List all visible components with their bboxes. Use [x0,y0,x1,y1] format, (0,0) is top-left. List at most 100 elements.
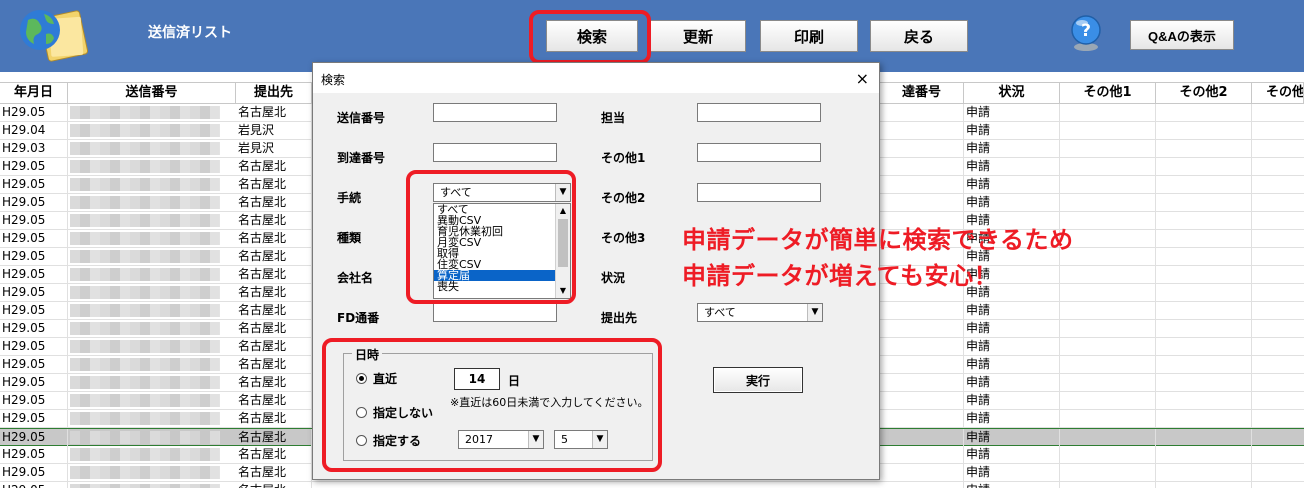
cell-other1 [1060,212,1156,229]
cell-send-no-masked [70,106,220,119]
header-destination[interactable]: 提出先 [236,83,312,103]
cell-date: H29.05 [0,446,68,463]
arrival-no-input[interactable] [433,143,557,162]
destination-select[interactable]: すべて ▼ [697,303,823,322]
cell-arrival-no [880,338,964,355]
header-send-no[interactable]: 送信番号 [68,83,236,103]
cell-arrival-no [880,429,964,446]
help-question-icon[interactable]: ? [1068,14,1104,52]
table-row[interactable]: H29.05 名古屋北 申請 [0,482,1304,488]
header-status[interactable]: 状況 [964,83,1060,103]
radio-recent-dot[interactable] [356,373,367,384]
cell-send-no-masked [70,394,220,407]
header-arrival-no[interactable]: 達番号 [880,83,964,103]
qa-display-button[interactable]: Q&Aの表示 [1130,20,1234,50]
cell-arrival-no [880,392,964,409]
cell-send-no-masked [70,358,220,371]
cell-destination: 岩見沢 [236,140,312,157]
cell-status: 申請 [964,482,1060,488]
cell-arrival-no [880,104,964,121]
cell-destination: 名古屋北 [236,410,312,427]
cell-other2 [1156,140,1252,157]
execute-button[interactable]: 実行 [713,367,803,393]
cell-destination: 名古屋北 [236,302,312,319]
cell-other1 [1060,230,1156,247]
cell-status: 申請 [964,338,1060,355]
cell-other1 [1060,284,1156,301]
cell-other1 [1060,410,1156,427]
procedure-option[interactable]: 喪失 [434,281,570,292]
radio-specify-dot[interactable] [356,435,367,446]
cell-other1 [1060,482,1156,488]
cell-status: 申請 [964,122,1060,139]
radio-recent[interactable]: 直近 [356,370,397,387]
other2-input[interactable] [697,183,821,202]
app-title: 送信済リスト [148,25,232,41]
cell-date: H29.05 [0,266,68,283]
radio-none[interactable]: 指定しない [356,404,433,421]
recent-days-input[interactable]: 14 [454,368,500,390]
refresh-button[interactable]: 更新 [650,20,746,52]
cell-date: H29.05 [0,194,68,211]
label-destination: 提出先 [601,311,638,325]
cell-other2 [1156,158,1252,175]
year-select-value: 2017 [465,433,493,446]
cell-send-no-masked [70,286,220,299]
year-select[interactable]: 2017 ▼ [458,430,544,449]
cell-arrival-no [880,374,964,391]
cell-date: H29.05 [0,338,68,355]
cell-send-no-masked [70,431,220,444]
header-other3[interactable]: その他 [1252,83,1304,103]
header-date[interactable]: 年月日 [0,83,68,103]
radio-none-dot[interactable] [356,407,367,418]
cell-send-no-masked [70,268,220,281]
cell-other2 [1156,410,1252,427]
send-no-input[interactable] [433,103,557,122]
scroll-up-icon[interactable]: ▲ [556,204,570,218]
back-button[interactable]: 戻る [870,20,968,52]
cell-date: H29.05 [0,248,68,265]
cell-send-no-masked [70,322,220,335]
cell-other1 [1060,320,1156,337]
cell-send-no-masked [70,178,220,191]
label-status: 状況 [601,271,626,285]
cell-destination: 名古屋北 [236,212,312,229]
chevron-down-icon[interactable]: ▼ [528,431,543,448]
cell-other1 [1060,374,1156,391]
chevron-down-icon[interactable]: ▼ [592,431,607,448]
search-button[interactable]: 検索 [546,20,638,52]
staff-input[interactable] [697,103,821,122]
cell-other1 [1060,140,1156,157]
cell-destination: 名古屋北 [236,158,312,175]
header-other2[interactable]: その他2 [1156,83,1252,103]
cell-send-no-masked [70,196,220,209]
close-icon[interactable]: × [856,69,869,88]
cell-other2 [1156,374,1252,391]
chevron-down-icon[interactable]: ▼ [555,184,570,201]
procedure-dropdown-list[interactable]: すべて 異動CSV 育児休業初回 月変CSV 取得 住変CSV 算定届 喪失 ▲ ▼ [433,203,571,299]
header-other1[interactable]: その他1 [1060,83,1156,103]
cell-status: 申請 [964,158,1060,175]
scroll-down-icon[interactable]: ▼ [556,284,570,298]
scroll-thumb[interactable] [558,219,568,267]
month-select[interactable]: 5 ▼ [554,430,608,449]
label-other1: その他1 [601,151,646,165]
cell-destination: 名古屋北 [236,374,312,391]
radio-specify[interactable]: 指定する [356,432,421,449]
callout-line-1: 申請データが簡単に検索できるため [682,226,1074,254]
cell-date: H29.05 [0,104,68,121]
other1-input[interactable] [697,143,821,162]
chevron-down-icon[interactable]: ▼ [807,304,822,321]
print-button[interactable]: 印刷 [760,20,858,52]
cell-status: 申請 [964,140,1060,157]
callout-line-2: 申請データが増えても安心！ [682,262,999,290]
cell-status: 申請 [964,194,1060,211]
dropdown-scrollbar[interactable]: ▲ ▼ [555,204,570,298]
procedure-select[interactable]: すべて ▼ [433,183,571,202]
fd-no-input[interactable] [433,303,557,322]
cell-destination: 名古屋北 [236,104,312,121]
cell-destination: 名古屋北 [236,320,312,337]
radio-specify-label: 指定する [373,434,422,448]
cell-destination: 名古屋北 [236,176,312,193]
cell-arrival-no [880,158,964,175]
